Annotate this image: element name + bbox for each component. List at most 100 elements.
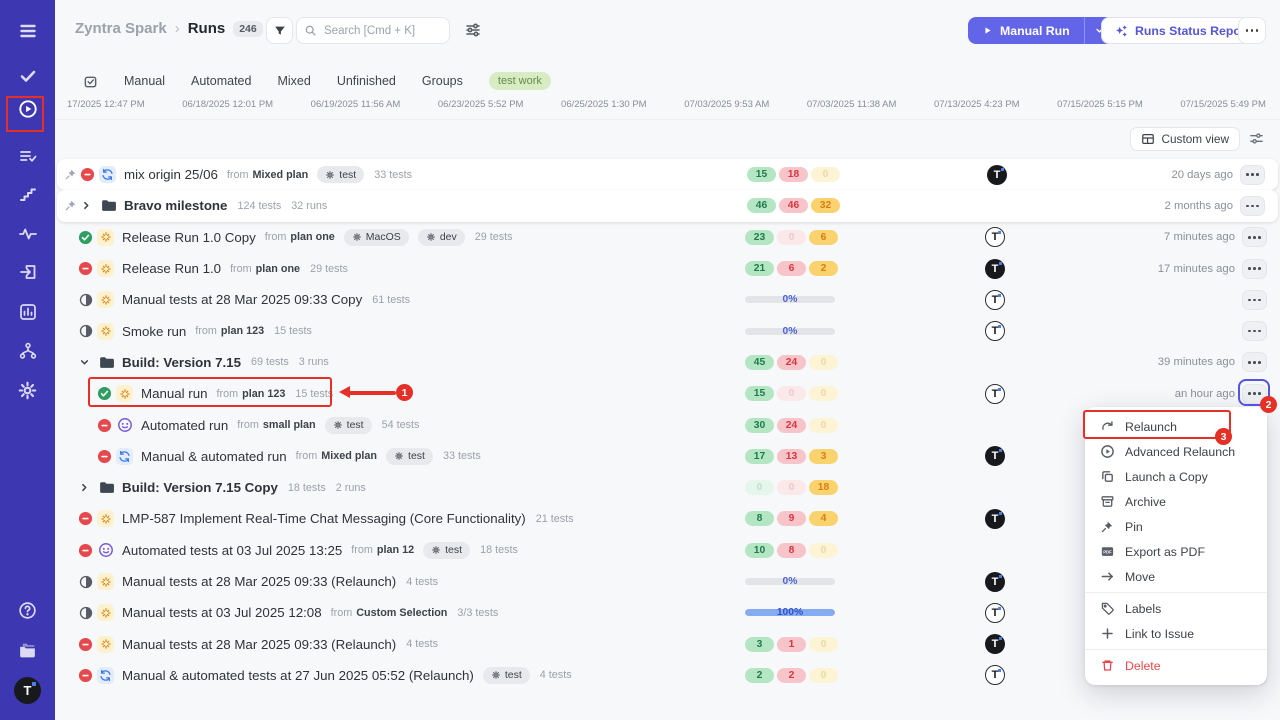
run-type-manual-icon — [97, 573, 114, 590]
sidebar: T — [0, 0, 55, 720]
sparkles-icon — [1114, 24, 1128, 38]
projects-folder-icon[interactable] — [0, 640, 55, 661]
result-count-green: 15 — [745, 386, 774, 401]
assignee-avatar[interactable]: T — [985, 290, 1005, 310]
tab-groups[interactable]: Groups — [422, 74, 463, 88]
milestones-steps-icon[interactable] — [0, 185, 55, 205]
header-more-button[interactable] — [1238, 17, 1266, 44]
select-all-icon[interactable] — [83, 74, 98, 89]
run-name: Manual tests at 28 Mar 2025 09:33 (Relau… — [122, 574, 396, 589]
tab-unfinished[interactable]: Unfinished — [337, 74, 396, 88]
assignee-avatar[interactable]: T — [985, 259, 1005, 279]
menu-item-relaunch[interactable]: Relaunch — [1085, 414, 1267, 439]
menu-item-launch-a-copy[interactable]: Launch a Copy — [1085, 464, 1267, 489]
assignee-avatar[interactable]: T — [987, 165, 1007, 185]
assignee-avatar[interactable]: T — [985, 384, 1005, 404]
group-row[interactable]: Bravo milestone124 tests32 runs4646322 m… — [57, 190, 1278, 221]
tab-manual[interactable]: Manual — [124, 74, 165, 88]
run-stats: 0% — [745, 292, 835, 307]
run-row[interactable]: Release Run 1.0 Copyfromplan oneMacOSdev… — [55, 222, 1280, 253]
menu-item-delete[interactable]: Delete — [1085, 653, 1267, 678]
pinned-icon — [64, 199, 77, 212]
run-name: LMP-587 Implement Real-Time Chat Messagi… — [122, 511, 526, 526]
run-context-menu: RelaunchAdvanced RelaunchLaunch a CopyAr… — [1085, 407, 1267, 685]
row-more-button[interactable] — [1242, 290, 1267, 310]
menu-item-link-to-issue[interactable]: Link to Issue — [1085, 621, 1267, 646]
custom-view-button[interactable]: Custom view — [1130, 127, 1240, 151]
run-stats: 2162 — [745, 261, 838, 276]
pinned-icon — [64, 168, 77, 181]
manual-run-button[interactable]: Manual Run — [968, 17, 1114, 44]
test-cases-icon[interactable] — [0, 146, 55, 166]
group-name: Build: Version 7.15 Copy — [122, 480, 278, 495]
row-more-button[interactable] — [1242, 321, 1267, 341]
result-count-green: 30 — [745, 418, 774, 433]
integrations-branch-icon[interactable] — [0, 341, 55, 361]
result-count-red: 1 — [777, 637, 806, 652]
plan-name: plan one — [290, 231, 334, 243]
row-more-button[interactable] — [1240, 165, 1265, 185]
assignee-avatar[interactable]: T — [985, 227, 1005, 247]
menu-item-archive[interactable]: Archive — [1085, 489, 1267, 514]
from-label: from — [195, 325, 217, 337]
timeline-date: 07/15/2025 5:15 PM — [1057, 99, 1143, 110]
main-content: Zyntra Spark › Runs 246 Manual Run Runs … — [55, 0, 1280, 720]
result-count-red: 6 — [777, 261, 806, 276]
filter-button[interactable] — [266, 17, 293, 44]
activity-pulse-icon[interactable] — [0, 224, 55, 244]
search-input[interactable] — [296, 17, 450, 44]
sign-in-icon[interactable] — [0, 262, 55, 282]
timeline-date: 07/03/2025 11:38 AM — [807, 99, 897, 110]
tab-mixed[interactable]: Mixed — [277, 74, 310, 88]
tab-automated[interactable]: Automated — [191, 74, 251, 88]
menu-item-move[interactable]: Move — [1085, 564, 1267, 589]
avatar-accent — [999, 262, 1002, 265]
menu-item-advanced-relaunch[interactable]: Advanced Relaunch — [1085, 439, 1267, 464]
row-more-button[interactable] — [1242, 384, 1267, 404]
run-row[interactable]: Release Run 1.0fromplan one29 tests2162T… — [55, 253, 1280, 284]
menu-item-export-as-pdf[interactable]: PDFExport as PDF — [1085, 539, 1267, 564]
environment-badge-label: test — [408, 450, 425, 462]
more-dots-icon — [1246, 29, 1259, 32]
row-more-button[interactable] — [1242, 227, 1267, 247]
tests-count: 61 tests — [372, 294, 410, 306]
assignee-avatar[interactable]: T — [985, 321, 1005, 341]
run-row[interactable]: Smoke runfromplan 12315 tests0%T — [55, 315, 1280, 346]
from-label: from — [331, 607, 353, 619]
assignee-avatar[interactable]: T — [985, 665, 1005, 685]
assignee-avatar[interactable]: T — [985, 572, 1005, 592]
tests-count: 124 tests — [237, 200, 281, 212]
user-avatar[interactable]: T — [14, 677, 41, 704]
status-failed-icon — [78, 668, 93, 683]
row-more-button[interactable] — [1240, 196, 1265, 216]
from-label: from — [237, 419, 259, 431]
menu-item-pin[interactable]: Pin — [1085, 514, 1267, 539]
settings-gear-icon[interactable] — [0, 380, 55, 401]
more-dots-icon — [1246, 173, 1259, 176]
run-row[interactable]: Manual runfromplan 12315 tests1500Tan ho… — [55, 378, 1280, 409]
run-row[interactable]: mix origin 25/06fromMixed plantest33 tes… — [57, 159, 1278, 190]
run-name: mix origin 25/06 — [124, 167, 218, 182]
group-row[interactable]: Build: Version 7.1569 tests3 runs4524039… — [55, 347, 1280, 378]
assignee-avatar[interactable]: T — [985, 446, 1005, 466]
assignee-avatar[interactable]: T — [985, 603, 1005, 623]
plan-name: plan one — [256, 263, 300, 275]
breadcrumb-project[interactable]: Zyntra Spark — [75, 20, 167, 37]
menu-item-labels[interactable]: Labels — [1085, 596, 1267, 621]
advanced-relaunch-icon — [1100, 444, 1115, 459]
assignee-avatar[interactable]: T — [985, 509, 1005, 529]
avatar-accent — [999, 449, 1002, 452]
tasks-check-icon[interactable] — [0, 66, 55, 86]
status-progress-icon — [78, 292, 93, 307]
assignee-avatar[interactable]: T — [985, 634, 1005, 654]
row-more-button[interactable] — [1242, 259, 1267, 279]
reports-chart-icon[interactable] — [0, 302, 55, 322]
menu-icon[interactable] — [0, 21, 55, 41]
filter-tag-badge[interactable]: test work — [489, 72, 551, 90]
menu-item-label: Move — [1125, 570, 1155, 584]
row-more-button[interactable] — [1242, 352, 1267, 372]
help-icon[interactable] — [0, 600, 55, 621]
view-settings-icon[interactable] — [1249, 131, 1264, 151]
run-row[interactable]: Manual tests at 28 Mar 2025 09:33 Copy61… — [55, 284, 1280, 315]
search-settings-icon[interactable] — [465, 22, 481, 43]
